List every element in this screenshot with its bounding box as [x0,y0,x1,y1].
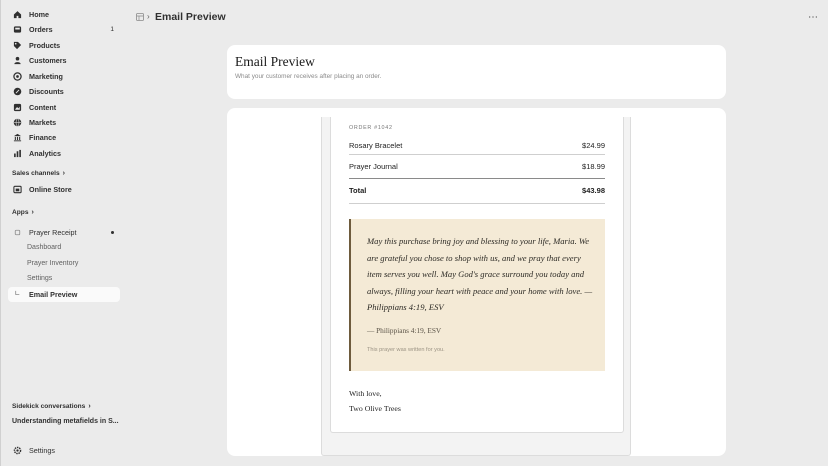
line-item: Rosary Bracelet $24.99 [349,141,605,150]
sidebar-item-label: Settings [29,446,55,455]
sidebar-item-label: Email Preview [29,290,78,299]
apps-heading[interactable]: Apps › [12,209,34,216]
item-price: $18.99 [582,162,605,171]
sidebar: Home Orders 1 Products Customers Marketi… [0,0,126,466]
sidebar-item-label: Markets [29,118,57,127]
divider [349,154,605,155]
more-actions-button[interactable]: ⋯ [806,10,820,24]
prayer-reference: — Philippians 4:19, ESV [367,326,442,335]
divider [349,203,605,204]
home-icon [12,10,22,20]
breadcrumb-chevron-icon: › [147,12,150,21]
subitem-connector-icon [12,290,22,300]
email-body: ORDER #1042 Rosary Bracelet $24.99 Praye… [330,117,624,433]
app-grid-icon[interactable] [136,13,144,21]
sidebar-item-prayer-receipt[interactable]: Prayer Receipt [8,225,120,240]
total-row: Total $43.98 [349,186,605,195]
line-item: Prayer Journal $18.99 [349,162,605,171]
divider [349,178,605,179]
chevron-right-icon: › [31,209,34,216]
sidebar-item-markets[interactable]: Markets [8,115,120,130]
gear-icon [12,446,22,456]
prayer-note: This prayer was written for you. [367,347,445,353]
header-card: Email Preview What your customer receive… [227,45,726,99]
sales-channels-heading[interactable]: Sales channels › [12,170,65,177]
email-preview-card: ORDER #1042 Rosary Bracelet $24.99 Praye… [227,108,726,456]
sidebar-item-label: Analytics [29,149,61,158]
sidekick-conversation-item[interactable]: Understanding metafields in S... [12,418,119,425]
bank-icon [12,133,22,143]
sidebar-subitem-email-preview[interactable]: Email Preview [8,287,120,302]
app-icon [12,228,22,238]
email-frame: ORDER #1042 Rosary Bracelet $24.99 Praye… [321,117,631,456]
chevron-right-icon: › [88,403,91,410]
orders-count-badge: 1 [110,26,114,33]
sidebar-item-label: Finance [29,133,57,142]
ellipsis-icon: ⋯ [808,11,818,23]
total-value: $43.98 [582,186,605,195]
prayer-text: May this purchase bring joy and blessing… [367,236,593,313]
sidebar-item-marketing[interactable]: Marketing [8,69,120,84]
closing-line: With love, [349,389,382,398]
sidebar-item-content[interactable]: Content [8,100,120,115]
sidebar-item-label: Content [29,103,57,112]
sidebar-item-discounts[interactable]: Discounts [8,84,120,99]
total-label: Total [349,186,367,195]
sidebar-item-label: Prayer Receipt [29,228,77,237]
sidebar-item-finance[interactable]: Finance [8,130,120,145]
signature: Two Olive Trees [349,404,401,413]
sidekick-heading[interactable]: Sidekick conversations › [12,403,91,410]
sidebar-item-orders[interactable]: Orders 1 [8,22,120,37]
sidebar-subitem-prayer-inventory[interactable]: Prayer Inventory [27,260,78,267]
person-icon [12,56,22,66]
chart-icon [12,149,22,159]
sidebar-item-settings[interactable]: Settings [8,443,120,458]
sidebar-subitem-dashboard[interactable]: Dashboard [27,244,61,251]
sidebar-item-products[interactable]: Products [8,38,120,53]
card-subtitle: What your customer receives after placin… [235,73,382,80]
orders-icon [12,25,22,35]
card-title: Email Preview [235,54,315,69]
sidebar-item-home[interactable]: Home [8,7,120,22]
sidebar-subitem-settings[interactable]: Settings [27,275,52,282]
sidebar-item-label: Orders [29,25,53,34]
item-name: Prayer Journal [349,162,398,171]
globe-icon [12,118,22,128]
sidebar-item-label: Online Store [29,185,72,194]
order-number: ORDER #1042 [349,125,393,131]
sidebar-item-label: Discounts [29,87,64,96]
tag-icon [12,41,22,51]
sidebar-item-online-store[interactable]: Online Store [8,182,120,197]
store-icon [12,185,22,195]
sidebar-item-label: Home [29,10,49,19]
sidebar-item-label: Customers [29,56,67,65]
item-name: Rosary Bracelet [349,141,403,150]
sidebar-item-customers[interactable]: Customers [8,53,120,68]
sidebar-item-analytics[interactable]: Analytics [8,146,120,161]
item-price: $24.99 [582,141,605,150]
chevron-right-icon: › [62,170,65,177]
target-icon [12,72,22,82]
content-icon [12,103,22,113]
pin-dot-icon [111,231,114,234]
sidebar-item-label: Products [29,41,61,50]
page-title: Email Preview [155,11,226,23]
sidebar-item-label: Marketing [29,72,63,81]
prayer-box: May this purchase bring joy and blessing… [349,219,605,371]
discount-icon [12,87,22,97]
